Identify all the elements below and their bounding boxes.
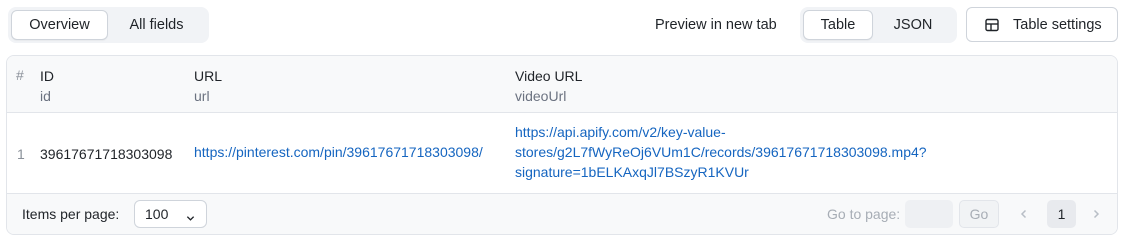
- cell-url-link[interactable]: https://pinterest.com/pin/39617671718303…: [194, 142, 483, 162]
- chevron-down-icon: [186, 210, 195, 221]
- tab-all-fields[interactable]: All fields: [108, 10, 205, 40]
- row-number-header: #: [16, 67, 24, 83]
- previous-page-button[interactable]: [1013, 203, 1035, 225]
- video-url-link-line[interactable]: stores/g2L7fWyReOj6VUm1C/records/3961767…: [515, 142, 1115, 162]
- next-page-button[interactable]: [1085, 203, 1107, 225]
- preview-in-new-tab-link[interactable]: Preview in new tab: [655, 7, 777, 43]
- column-key: videoUrl: [515, 88, 567, 104]
- column-header-id[interactable]: ID id: [40, 67, 54, 105]
- table-grid-icon: [985, 18, 999, 32]
- chevron-left-icon: [1020, 209, 1027, 219]
- tab-table[interactable]: Table: [803, 10, 873, 40]
- format-toggle: Table JSON: [800, 7, 957, 43]
- table-settings-button[interactable]: Table settings: [966, 7, 1118, 42]
- column-header-video-url[interactable]: Video URL videoUrl: [515, 67, 582, 105]
- go-to-page-label: Go to page:: [827, 206, 901, 222]
- video-url-link-line[interactable]: signature=1bELKAxqJl7BSzyR1KVUr: [515, 162, 1115, 182]
- items-per-page-select[interactable]: 100: [134, 200, 207, 228]
- row-number: 1: [17, 146, 25, 162]
- view-mode-toggle: Overview All fields: [8, 7, 209, 43]
- chevron-right-icon: [1093, 209, 1100, 219]
- go-button[interactable]: Go: [959, 200, 999, 228]
- column-name: ID: [40, 68, 54, 84]
- current-page-button[interactable]: 1: [1047, 200, 1076, 228]
- cell-video-url: https://api.apify.com/v2/key-value- stor…: [515, 122, 1115, 182]
- column-name: URL: [194, 68, 223, 84]
- tab-overview[interactable]: Overview: [11, 10, 108, 40]
- tab-json[interactable]: JSON: [873, 10, 953, 40]
- table-footer: Items per page: 100 Go to page: Go 1: [7, 194, 1117, 234]
- video-url-link-line[interactable]: https://api.apify.com/v2/key-value-: [515, 122, 1115, 142]
- column-key: url: [194, 88, 210, 104]
- column-header-url[interactable]: URL url: [194, 67, 222, 105]
- items-per-page-label: Items per page:: [22, 206, 120, 222]
- go-to-page-input[interactable]: [905, 200, 953, 228]
- column-name: Video URL: [515, 68, 583, 84]
- items-per-page-value: 100: [145, 206, 169, 222]
- column-key: id: [40, 88, 51, 104]
- dataset-table: # ID id URL url Video URL videoUrl 1 396…: [6, 55, 1118, 235]
- table-header: # ID id URL url Video URL videoUrl: [7, 56, 1117, 113]
- cell-id: 39617671718303098: [40, 146, 173, 162]
- table-settings-label: Table settings: [1013, 16, 1102, 33]
